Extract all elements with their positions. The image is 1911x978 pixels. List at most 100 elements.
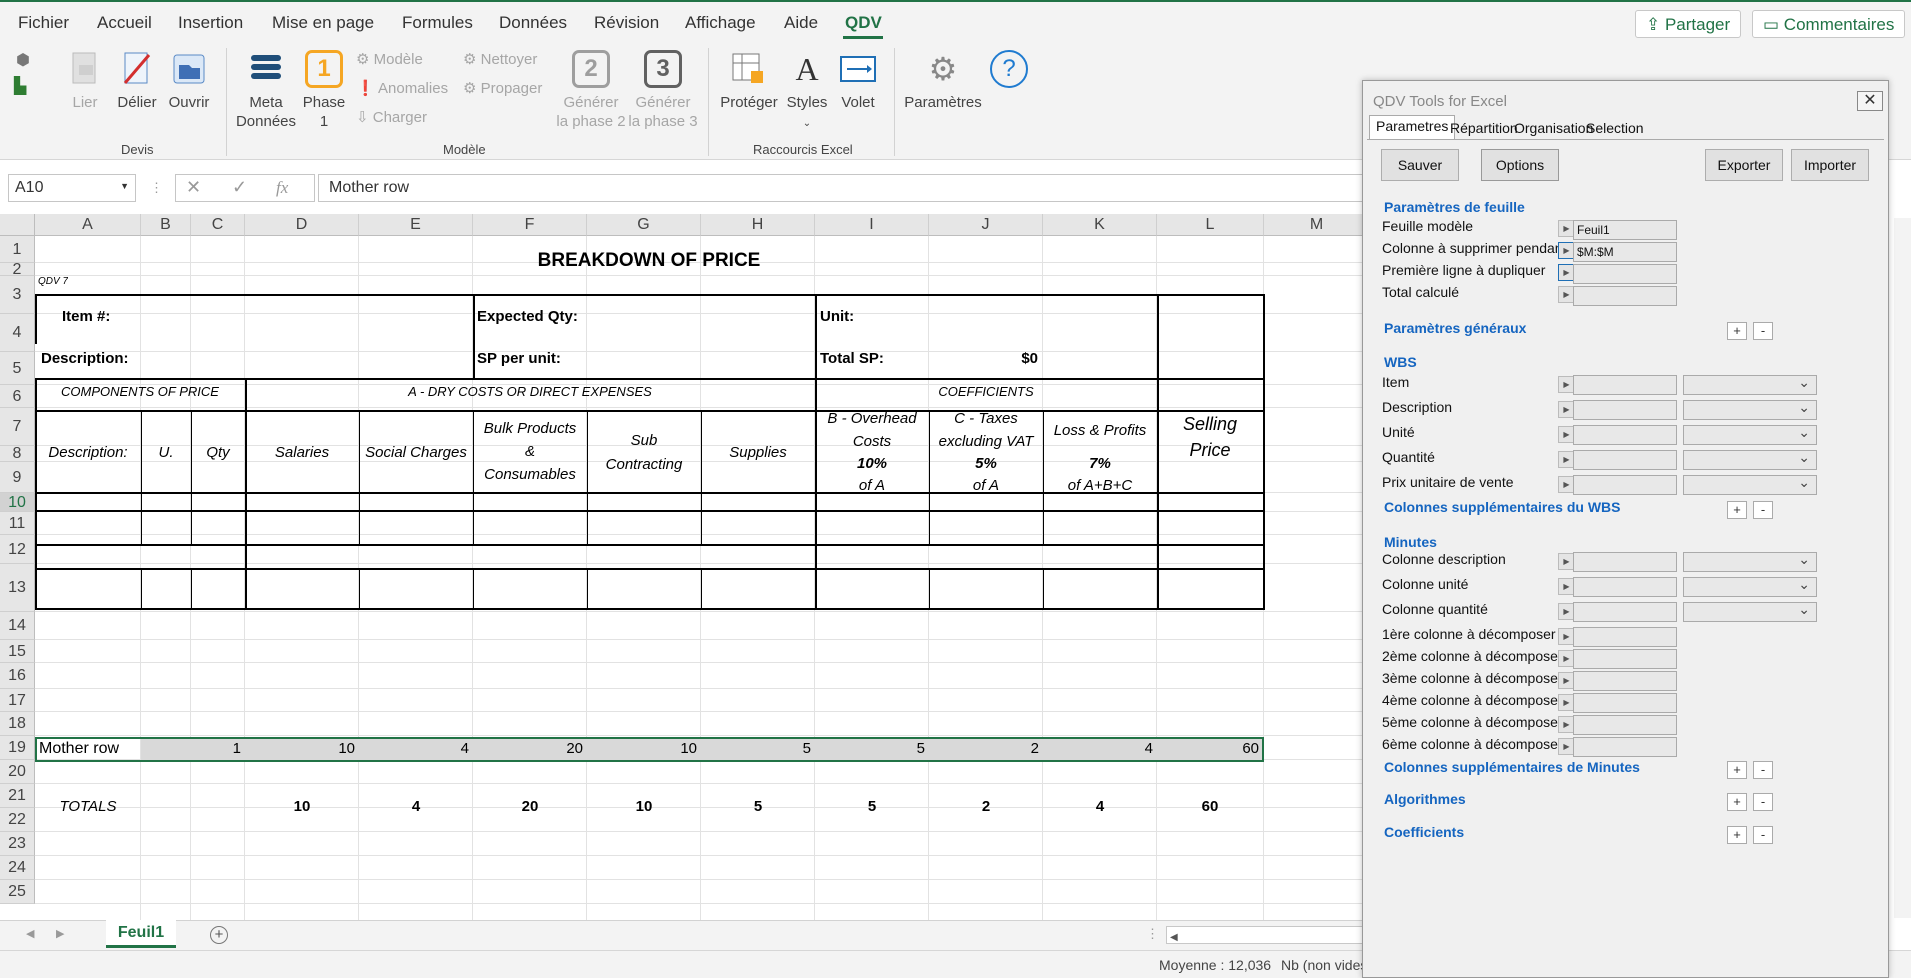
collapse-minus-button[interactable]: - — [1753, 826, 1773, 844]
expand-plus-button[interactable]: + — [1727, 761, 1747, 779]
mother-row-salaries[interactable]: 10 — [245, 740, 355, 757]
select-wbs-description[interactable] — [1683, 399, 1817, 420]
input-decomp-4[interactable] — [1573, 693, 1677, 713]
input-decomp-2[interactable] — [1573, 649, 1677, 669]
row-header-11[interactable]: 11 — [0, 512, 35, 535]
collapse-minus-button[interactable]: - — [1753, 322, 1773, 340]
generer-phase-3-button[interactable]: 3 Générer la phase 3 — [628, 50, 698, 131]
row-header-13[interactable]: 13 — [0, 564, 35, 612]
expand-plus-button[interactable]: + — [1727, 322, 1747, 340]
comments-button[interactable]: ▭ Commentaires — [1752, 10, 1906, 38]
panel-tab-selection[interactable]: Selection — [1579, 117, 1651, 139]
tab-revision[interactable]: Révision — [594, 13, 659, 33]
generer-phase-2-button[interactable]: 2 Générer la phase 2 — [556, 50, 626, 131]
select-min-description[interactable] — [1683, 551, 1817, 572]
input-decomp-3[interactable] — [1573, 671, 1677, 691]
column-header-a[interactable]: A — [35, 214, 141, 236]
name-box[interactable]: A10 ▼ — [8, 174, 136, 202]
row-header-16[interactable]: 16 — [0, 663, 35, 689]
row-header-7[interactable]: 7 — [0, 408, 35, 446]
input-colonne-supprimer[interactable]: $M:$M — [1573, 242, 1677, 262]
input-total-calcule[interactable] — [1573, 286, 1677, 306]
mother-row-profits[interactable]: 4 — [1043, 740, 1153, 757]
select-wbs-item[interactable] — [1683, 374, 1817, 395]
row-header-21[interactable]: 21 — [0, 784, 35, 808]
row-header-17[interactable]: 17 — [0, 689, 35, 712]
input-premiere-ligne[interactable] — [1573, 264, 1677, 284]
modele-button[interactable]: ⚙ Modèle — [356, 50, 423, 68]
row-header-14[interactable]: 14 — [0, 612, 35, 640]
row-header-5[interactable]: 5 — [0, 352, 35, 385]
row-header-19[interactable]: 19 — [0, 736, 35, 760]
volet-button[interactable]: Volet — [835, 50, 881, 112]
share-button[interactable]: ⇪ Partager — [1635, 10, 1742, 38]
mother-row-taxes[interactable]: 2 — [929, 740, 1039, 757]
anomalies-button[interactable]: ❗ Anomalies — [356, 79, 448, 97]
insert-function-icon[interactable]: fx — [276, 178, 288, 198]
expand-plus-button[interactable]: + — [1727, 793, 1747, 811]
nettoyer-button[interactable]: ⚙ Nettoyer — [463, 50, 537, 68]
column-header-k[interactable]: K — [1043, 214, 1157, 236]
lier-button[interactable]: Lier — [62, 50, 108, 112]
help-icon[interactable]: ? — [990, 50, 1028, 88]
column-header-c[interactable]: C — [191, 214, 245, 236]
select-wbs-unite[interactable] — [1683, 424, 1817, 445]
scroll-right-icon[interactable]: ▶ — [56, 927, 64, 940]
spreadsheet-grid[interactable]: ABCDEFGHIJKLM 1 2 3 4 5 6 7 8 9 10 11 12 13 14 15 16 17 1… — [0, 214, 1370, 920]
column-header-b[interactable]: B — [141, 214, 191, 236]
select-wbs-prix[interactable] — [1683, 474, 1817, 495]
tab-fichier[interactable]: Fichier — [18, 13, 69, 33]
column-header-j[interactable]: J — [929, 214, 1043, 236]
ouvrir-button[interactable]: Ouvrir — [164, 50, 214, 112]
column-header-i[interactable]: I — [815, 214, 929, 236]
row-header-20[interactable]: 20 — [0, 760, 35, 784]
sheet-tab-feuil1[interactable]: Feuil1 — [106, 920, 176, 948]
input-wbs-quantite[interactable] — [1573, 450, 1677, 470]
row-header-15[interactable]: 15 — [0, 640, 35, 663]
mother-row-price[interactable]: 60 — [1157, 740, 1259, 757]
scroll-left-icon[interactable]: ◀ — [26, 927, 34, 940]
delier-button[interactable]: Délier — [114, 50, 160, 112]
close-icon[interactable]: ✕ — [1857, 91, 1883, 111]
row-header-24[interactable]: 24 — [0, 856, 35, 880]
formula-input[interactable]: Mother row — [318, 174, 1378, 202]
mother-row-sub[interactable]: 10 — [587, 740, 697, 757]
input-min-quantite[interactable] — [1573, 602, 1677, 622]
input-decomp-6[interactable] — [1573, 737, 1677, 757]
enter-icon[interactable]: ✓ — [232, 177, 247, 198]
options-button[interactable]: Options — [1481, 149, 1559, 181]
input-wbs-unite[interactable] — [1573, 425, 1677, 445]
exporter-button[interactable]: Exporter — [1705, 149, 1783, 181]
proteger-button[interactable]: Protéger — [718, 50, 780, 112]
mother-row-overhead[interactable]: 5 — [815, 740, 925, 757]
phase-1-button[interactable]: 1 Phase 1 — [300, 50, 348, 131]
importer-button[interactable]: Importer — [1791, 149, 1869, 181]
row-header-3[interactable]: 3 — [0, 276, 35, 314]
tab-qdv[interactable]: QDV — [845, 13, 882, 33]
chevron-down-icon[interactable]: ▼ — [120, 181, 129, 191]
tab-donnees[interactable]: Données — [499, 13, 567, 33]
row-header-4[interactable]: 4 — [0, 314, 35, 352]
column-header-m[interactable]: M — [1264, 214, 1370, 236]
row-header-6[interactable]: 6 — [0, 385, 35, 408]
row-header-23[interactable]: 23 — [0, 832, 35, 856]
row-header-9[interactable]: 9 — [0, 462, 35, 493]
input-decomp-1[interactable] — [1573, 627, 1677, 647]
select-min-quantite[interactable] — [1683, 601, 1817, 622]
tab-mise-en-page[interactable]: Mise en page — [272, 13, 374, 33]
input-wbs-item[interactable] — [1573, 375, 1677, 395]
input-decomp-5[interactable] — [1573, 715, 1677, 735]
column-header-h[interactable]: H — [701, 214, 815, 236]
qdv-gear-icon[interactable]: ⬢ — [16, 50, 30, 70]
input-min-unite[interactable] — [1573, 577, 1677, 597]
qdv-board-icon[interactable]: ▙ — [14, 76, 26, 96]
sauver-button[interactable]: Sauver — [1381, 149, 1459, 181]
row-header-2[interactable]: 2 — [0, 262, 35, 278]
add-sheet-icon[interactable]: + — [210, 926, 228, 944]
vertical-scrollbar[interactable] — [1894, 218, 1911, 918]
charger-button[interactable]: ⇩ Charger — [356, 108, 427, 126]
input-min-description[interactable] — [1573, 552, 1677, 572]
styles-button[interactable]: A Styles ⌄ — [784, 50, 830, 133]
mother-row-qty[interactable]: 1 — [191, 740, 241, 757]
horizontal-scrollbar[interactable]: ◀ — [1166, 926, 1366, 944]
